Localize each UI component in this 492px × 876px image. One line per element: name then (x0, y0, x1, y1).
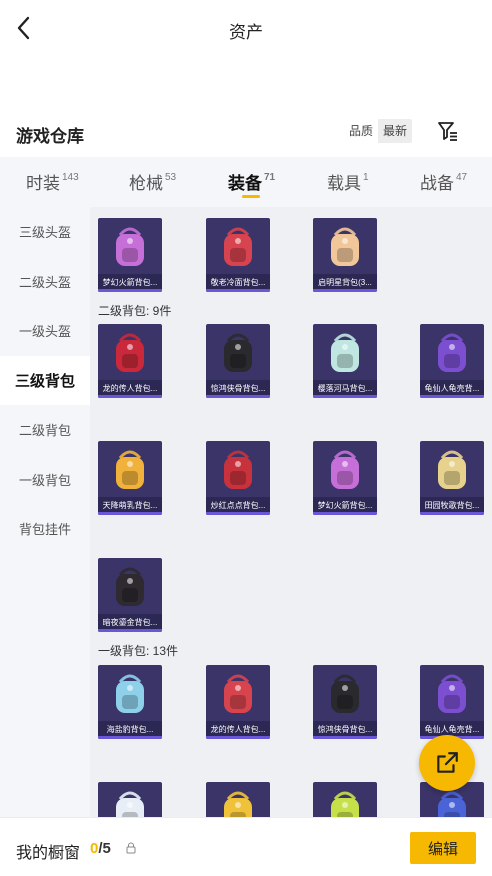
tab-label: 时装 (26, 174, 60, 193)
item-grid: 二级背包: 9件 一级背包: 13件 梦幻火箭背包... 敬老冷面背包... 启明星… (90, 207, 492, 817)
item-card[interactable]: 启明星背包(3... (313, 218, 377, 292)
backpack-blue-icon (116, 674, 144, 713)
sidebar-item-level2-helmet[interactable]: 二级头盔 (0, 257, 90, 306)
item-card[interactable]: 惊鸿侠骨背包... (206, 324, 270, 398)
wardrobe-count: 0/5 (90, 840, 111, 857)
backpack-red-icon (224, 450, 252, 489)
filter-icon[interactable] (436, 119, 460, 143)
sort-quality-button[interactable]: 品质 (344, 119, 379, 143)
backpack-basket-icon (438, 450, 466, 489)
backpack-pink-icon (116, 227, 144, 266)
sort-latest-button[interactable]: 最新 (378, 119, 413, 143)
backpack-purple-icon (438, 333, 466, 372)
tab-fashion[interactable]: 时装 143 (26, 169, 79, 194)
share-button[interactable] (419, 735, 475, 791)
rarity-bar (206, 512, 270, 515)
section-label-level2: 二级背包: 9件 (98, 304, 172, 318)
item-card[interactable]: 炒红点点背包... (206, 441, 270, 515)
rarity-bar (313, 736, 377, 739)
wardrobe-count-total: /5 (98, 840, 111, 857)
backpack-purple-icon (438, 674, 466, 713)
page-title: 资产 (229, 23, 263, 42)
tab-count: 53 (165, 172, 177, 184)
store-header: 游戏仓库 品质 最新 (0, 116, 492, 150)
active-tab-indicator (242, 195, 260, 198)
rarity-bar (206, 736, 270, 739)
rarity-bar (98, 736, 162, 739)
tab-count: 47 (456, 172, 468, 184)
top-bar: 资产 (0, 0, 492, 56)
item-card[interactable]: 梦幻火箭背包... (313, 441, 377, 515)
backpack-pink-icon (331, 450, 359, 489)
wardrobe-label: 我的橱窗 (16, 845, 81, 862)
tab-label: 载具 (327, 174, 361, 193)
backpack-red-icon (116, 333, 144, 372)
sidebar: 三级头盔 二级头盔 一级头盔 三级背包 二级背包 一级背包 背包挂件 (0, 207, 90, 817)
tab-supplies[interactable]: 战备 47 (420, 169, 467, 194)
backpack-black-icon (331, 674, 359, 713)
rarity-bar (98, 512, 162, 515)
tab-label: 装备 (228, 174, 262, 193)
rarity-bar (98, 629, 162, 632)
lock-icon (126, 842, 136, 854)
item-card[interactable]: 天降萌乳背包... (98, 441, 162, 515)
rarity-bar (420, 512, 484, 515)
assets-screen: 资产 游戏仓库 品质 最新 时装 143 枪械 53 装备 71 载具 1 战备 47 三… (0, 0, 492, 876)
rarity-bar (206, 289, 270, 292)
rarity-bar (313, 512, 377, 515)
sidebar-item-level1-backpack[interactable]: 一级背包 (0, 455, 90, 504)
item-card[interactable] (313, 782, 377, 817)
item-card[interactable]: 梦幻火箭背包... (98, 218, 162, 292)
tab-label: 枪械 (129, 174, 163, 193)
item-card[interactable]: 海盐豹背包... (98, 665, 162, 739)
rarity-bar (98, 289, 162, 292)
tab-guns[interactable]: 枪械 53 (129, 169, 176, 194)
rarity-bar (313, 289, 377, 292)
item-card[interactable]: 龟仙人龟壳背... (420, 665, 484, 739)
sidebar-item-level3-helmet[interactable]: 三级头盔 (0, 207, 90, 256)
item-card[interactable]: 龟仙人龟壳背... (420, 324, 484, 398)
bottom-bar: 我的橱窗 0/5 编辑 (0, 817, 492, 876)
tab-equipment[interactable]: 装备 71 (228, 169, 276, 198)
tab-label: 战备 (420, 174, 454, 193)
backpack-yellow-icon (224, 791, 252, 817)
backpack-mint-icon (331, 333, 359, 372)
backpack-red-icon (224, 674, 252, 713)
item-card[interactable]: 龙的传人背包... (206, 665, 270, 739)
tab-count: 71 (264, 172, 276, 184)
rarity-bar (313, 395, 377, 398)
item-card[interactable]: 龙的传人背包... (98, 324, 162, 398)
item-card[interactable]: 暗夜鎏金背包... (98, 558, 162, 632)
rarity-bar (98, 395, 162, 398)
backpack-black-icon (224, 333, 252, 372)
backpack-black-icon (116, 567, 144, 606)
sidebar-item-level3-backpack[interactable]: 三级背包 (0, 356, 90, 405)
backpack-white-icon (116, 791, 144, 817)
sidebar-item-level2-backpack[interactable]: 二级背包 (0, 405, 90, 454)
category-tabs: 时装 143 枪械 53 装备 71 载具 1 战备 47 (0, 157, 492, 207)
item-card[interactable] (98, 782, 162, 817)
item-card[interactable]: 惊鸿侠骨背包... (313, 665, 377, 739)
tab-vehicles[interactable]: 载具 1 (327, 169, 369, 194)
backpack-yellow-icon (116, 450, 144, 489)
tab-count: 143 (62, 172, 79, 184)
item-card[interactable]: 敬老冷面背包... (206, 218, 270, 292)
backpack-white-icon (331, 227, 359, 266)
backpack-red-icon (224, 227, 252, 266)
edit-button[interactable]: 编辑 (410, 832, 476, 864)
rarity-bar (420, 395, 484, 398)
item-card[interactable]: 田园牧歌背包... (420, 441, 484, 515)
item-card[interactable] (206, 782, 270, 817)
sort-toggle: 品质 最新 (344, 119, 413, 143)
store-title: 游戏仓库 (16, 127, 84, 146)
tab-count: 1 (363, 172, 369, 184)
rarity-bar (206, 395, 270, 398)
backpack-lime-icon (331, 791, 359, 817)
sidebar-item-level1-helmet[interactable]: 一级头盔 (0, 306, 90, 355)
item-card[interactable]: 樱落河马背包... (313, 324, 377, 398)
section-label-level1: 一级背包: 13件 (98, 644, 179, 658)
sidebar-item-backpack-charm[interactable]: 背包挂件 (0, 504, 90, 553)
external-link-icon (437, 752, 458, 773)
